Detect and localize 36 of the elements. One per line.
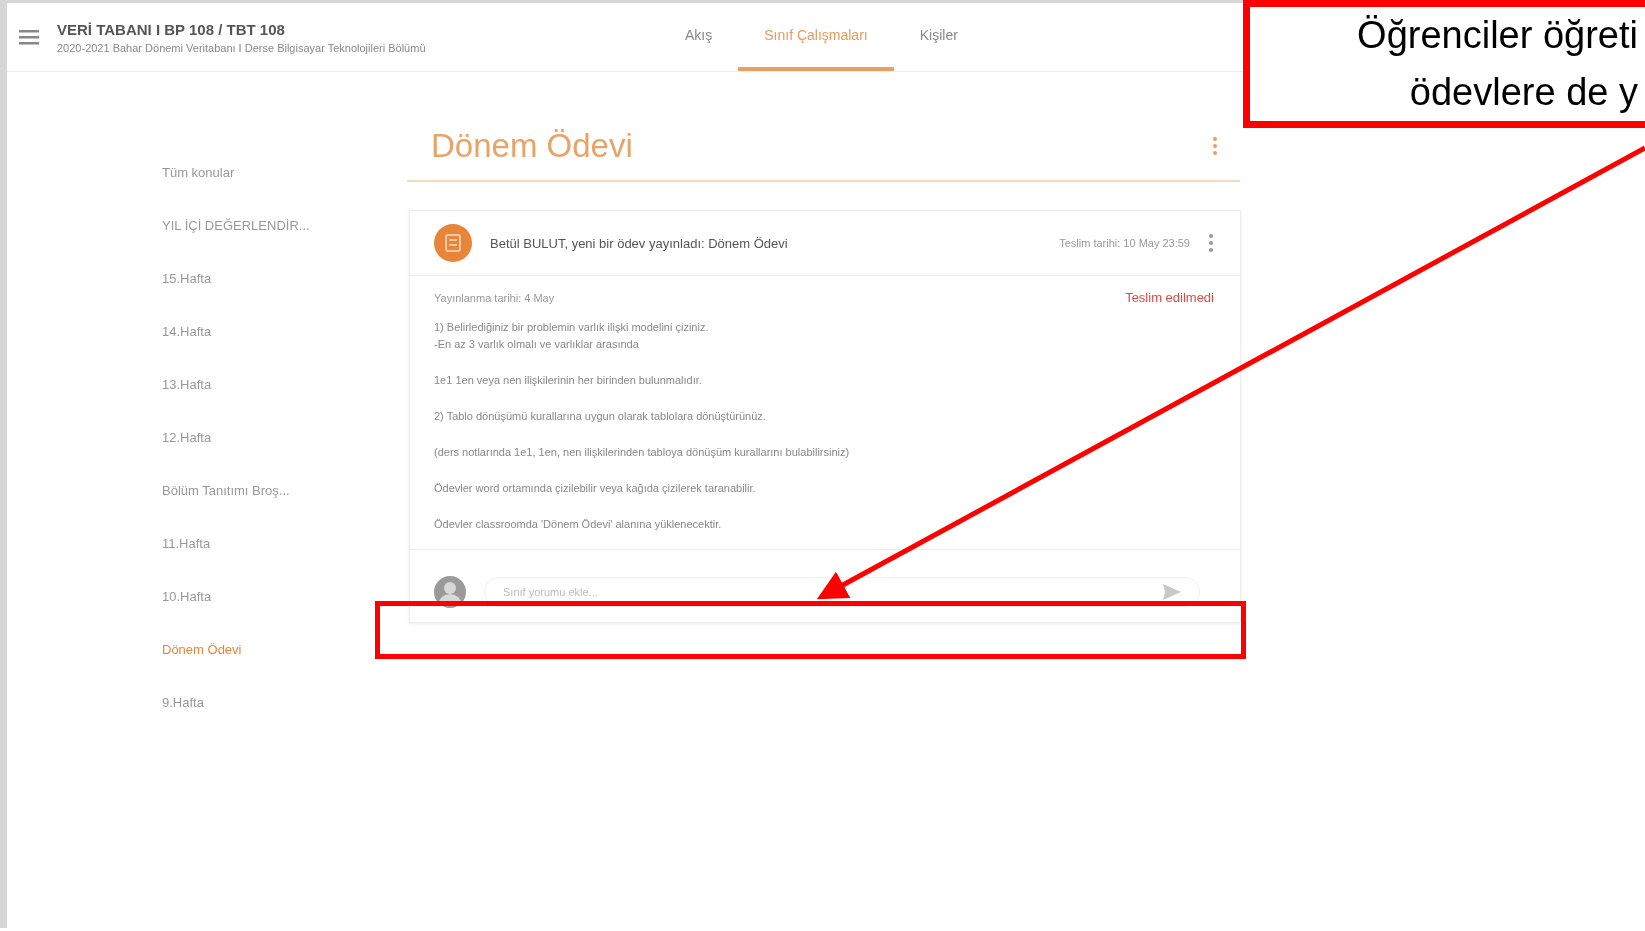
due-date: Teslim tarihi: 10 May 23:59 bbox=[1059, 237, 1190, 249]
submission-status: Teslim edilmedi bbox=[1125, 290, 1214, 305]
topic-link[interactable]: 13.Hafta bbox=[162, 376, 407, 393]
assignment-icon bbox=[434, 224, 472, 262]
callout-text: ödevlere de y bbox=[1409, 70, 1638, 115]
tab[interactable]: Sınıf Çalışmaları bbox=[738, 3, 894, 71]
assignment-text: Ödevler word ortamında çizilebilir veya kağıda çizilerek taranabilir. bbox=[434, 481, 757, 496]
topic-link[interactable]: YIL İÇİ DEĞERLENDİR... bbox=[162, 217, 407, 234]
assignment-text: (ders notlarında 1e1, 1en, nen ilişkilerinden tabloya dönüşüm kurallarını bulabilirsiniz) bbox=[434, 445, 851, 460]
course-subtitle: 2020-2021 Bahar Dönemi Veritabanı I Derse Bilgisayar Teknolojileri Bölümü bbox=[57, 41, 426, 54]
topic-link[interactable]: 12.Hafta bbox=[162, 429, 407, 446]
published-date: Yayınlanma tarihi: 4 May bbox=[434, 291, 555, 304]
tab[interactable]: Kişiler bbox=[893, 3, 984, 71]
more-options-icon[interactable] bbox=[1212, 136, 1218, 156]
topic-link[interactable]: Dönem Ödevi bbox=[162, 641, 407, 658]
assignment-text: 1) Belirlediğiniz bir problemin varlık ilişki modelini çiziniz. bbox=[434, 320, 710, 335]
assignment-text: -En az 3 varlık olmalı ve varlıklar arasında bbox=[434, 337, 640, 352]
avatar-icon bbox=[434, 576, 466, 608]
assignment-text: Ödevler classroomda 'Dönem Ödevi' alanına yüklenecektir. bbox=[434, 517, 723, 532]
topic-title: Dönem Ödevi bbox=[431, 127, 633, 165]
topic-link[interactable]: 11.Hafta bbox=[162, 535, 407, 552]
topic-link[interactable]: 15.Hafta bbox=[162, 270, 407, 287]
send-icon[interactable] bbox=[1162, 583, 1182, 601]
assignment-text: 1e1 1en veya nen ilişkilerinin her birinden bulunmalıdır. bbox=[434, 373, 703, 388]
topic-link[interactable]: Tüm konular bbox=[162, 164, 407, 181]
post-author-line[interactable]: Betül BULUT, yeni bir ödev yayınladı: Dönem Ödevi bbox=[490, 235, 1042, 251]
menu-icon[interactable] bbox=[19, 29, 39, 45]
topic-link[interactable]: 9.Hafta bbox=[162, 694, 407, 711]
callout-text: Öğrenciler öğreti bbox=[1357, 13, 1638, 58]
topic-link[interactable]: 10.Hafta bbox=[162, 588, 407, 605]
topic-link[interactable]: Bölüm Tanıtımı Broş... bbox=[162, 482, 407, 499]
course-title[interactable]: VERİ TABANI I BP 108 / TBT 108 bbox=[57, 20, 426, 38]
more-options-icon[interactable] bbox=[1208, 233, 1214, 253]
topic-link[interactable]: 14.Hafta bbox=[162, 323, 407, 340]
tab[interactable]: Akış bbox=[659, 3, 739, 71]
assignment-text: 2) Tablo dönüşümü kurallarına uygun olarak tablolara dönüştürünüz. bbox=[434, 409, 767, 424]
